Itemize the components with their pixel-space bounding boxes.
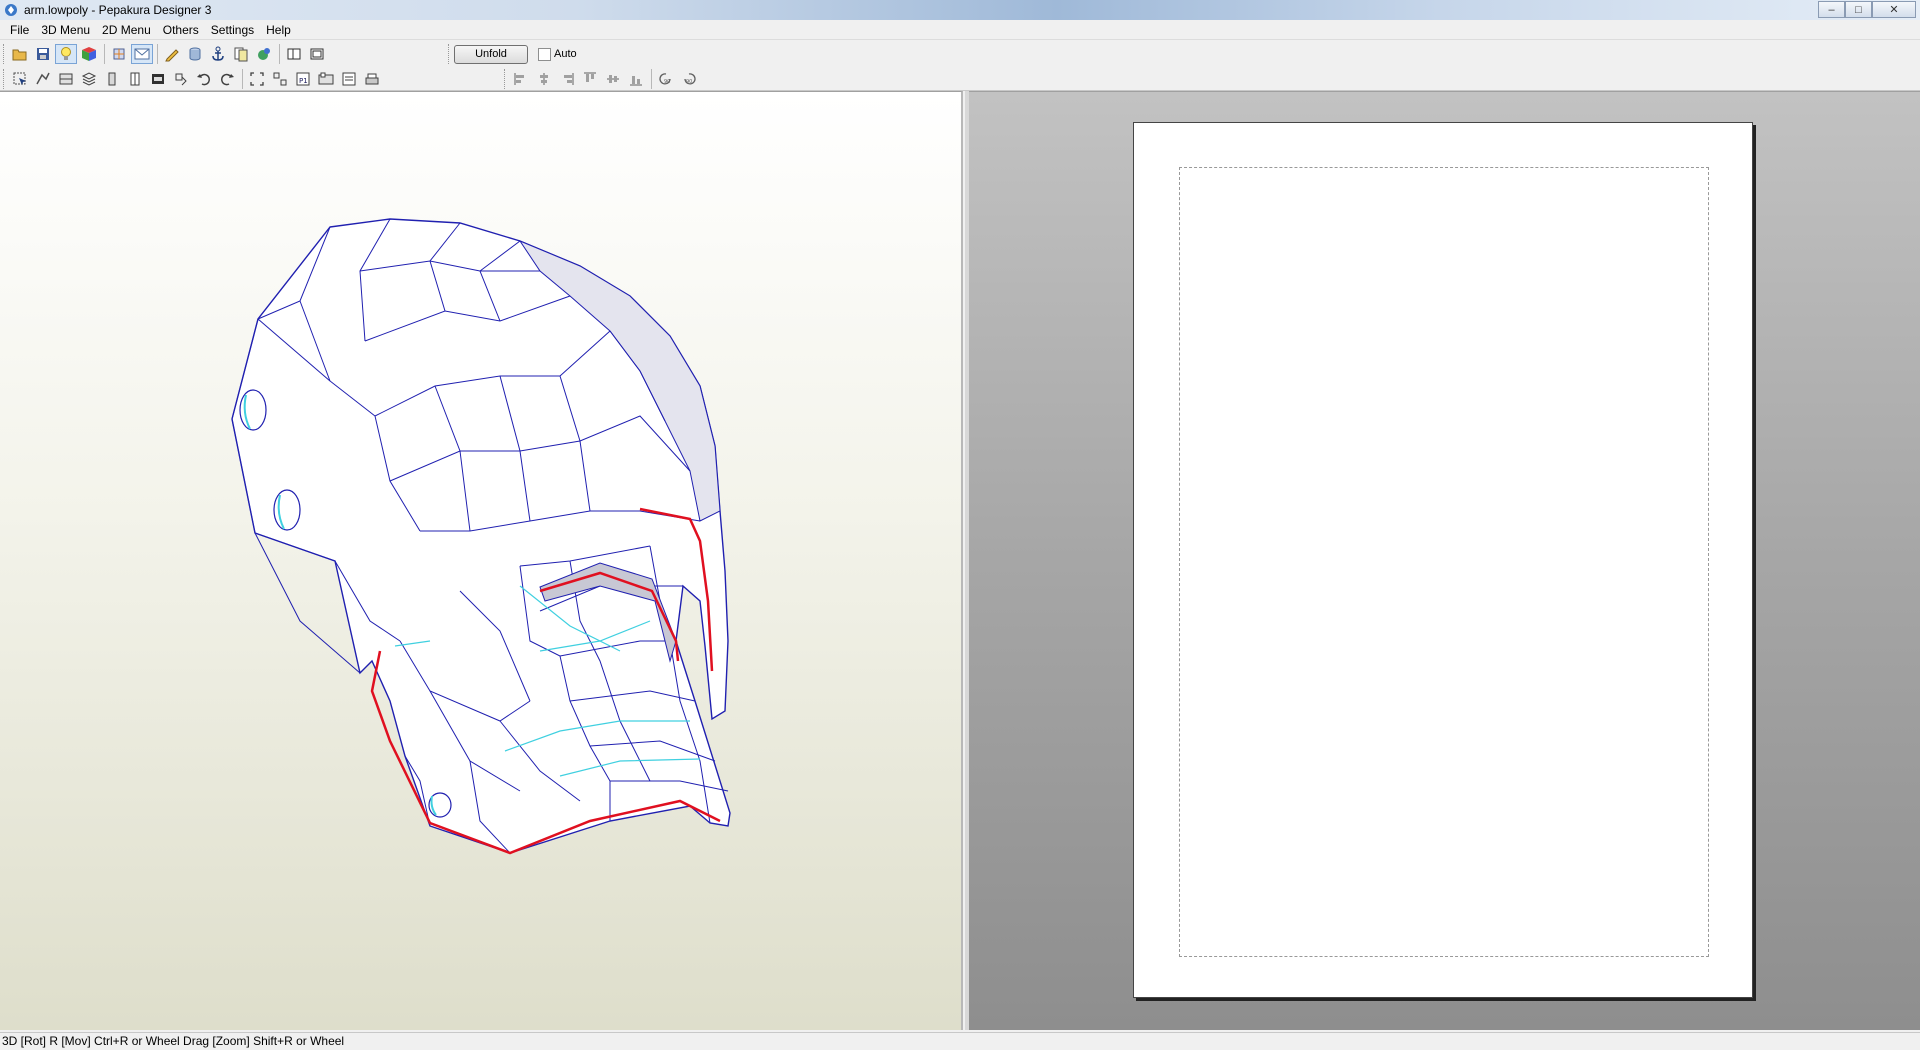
edit-toolbar: P1 90 90 — [0, 67, 1920, 91]
print-icon[interactable] — [361, 69, 383, 89]
svg-text:90: 90 — [686, 79, 692, 85]
3d-model[interactable] — [0, 92, 963, 1030]
menu-help[interactable]: Help — [260, 20, 297, 40]
single-pane-icon[interactable] — [283, 44, 305, 64]
window-title: arm.lowpoly - Pepakura Designer 3 — [24, 3, 212, 17]
align-middle-icon[interactable] — [602, 69, 624, 89]
print-area — [1179, 167, 1709, 957]
bulb-green-icon[interactable] — [253, 44, 275, 64]
open-icon[interactable] — [9, 44, 31, 64]
align-center-icon[interactable] — [533, 69, 555, 89]
page-layout-icon[interactable] — [315, 69, 337, 89]
minimize-icon[interactable]: – — [1818, 1, 1845, 18]
select-icon[interactable] — [9, 69, 31, 89]
menu-settings[interactable]: Settings — [205, 20, 260, 40]
helmet-outline — [231, 218, 731, 854]
lightbulb-icon[interactable] — [55, 44, 77, 64]
status-bar: 3D [Rot] R [Mov] Ctrl+R or Wheel Drag [Z… — [0, 1032, 1920, 1050]
menu-2d[interactable]: 2D Menu — [96, 20, 157, 40]
toolbar-grip[interactable] — [3, 44, 6, 64]
menu-bar: File 3D Menu 2D Menu Others Settings Hel… — [0, 20, 1920, 40]
svg-text:90: 90 — [664, 79, 670, 85]
toolbar-grip[interactable] — [504, 69, 507, 89]
photo-icon[interactable] — [147, 69, 169, 89]
column-icon[interactable] — [101, 69, 123, 89]
redo-icon[interactable] — [216, 69, 238, 89]
join-icon[interactable] — [32, 69, 54, 89]
toolbar-grip[interactable] — [3, 69, 6, 89]
auto-checkbox-label: Auto — [554, 48, 577, 60]
rotate-90-right-icon[interactable]: 90 — [678, 69, 700, 89]
print-preview-icon[interactable] — [338, 69, 360, 89]
toolbar-grip[interactable] — [448, 44, 451, 64]
close-icon[interactable]: ✕ — [1872, 1, 1916, 18]
color-cube-icon[interactable] — [78, 44, 100, 64]
flap-icon[interactable] — [55, 69, 77, 89]
menu-others[interactable]: Others — [157, 20, 205, 40]
unfold-button[interactable]: Unfold — [454, 44, 528, 64]
app-icon — [5, 4, 17, 16]
paper-sheet — [1133, 122, 1753, 998]
svg-text:P1: P1 — [299, 77, 308, 85]
layers-icon[interactable] — [78, 69, 100, 89]
auto-checkbox-box[interactable] — [538, 47, 551, 61]
align-bottom-icon[interactable] — [625, 69, 647, 89]
fit-all-icon[interactable] — [269, 69, 291, 89]
auto-checkbox[interactable]: Auto — [538, 47, 577, 61]
page-number-icon[interactable]: P1 — [292, 69, 314, 89]
menu-file[interactable]: File — [4, 20, 35, 40]
texture-icon[interactable] — [108, 44, 130, 64]
maximize-icon[interactable]: □ — [1845, 1, 1872, 18]
main-toolbar: Unfold Auto — [0, 42, 1920, 66]
undo-icon[interactable] — [193, 69, 215, 89]
split-pane-icon[interactable] — [306, 44, 328, 64]
envelope-icon[interactable] — [131, 44, 153, 64]
3d-view-pane[interactable] — [0, 91, 963, 1030]
rotate-part-icon[interactable] — [170, 69, 192, 89]
pencil-icon[interactable] — [161, 44, 183, 64]
pages-icon[interactable] — [230, 44, 252, 64]
rotate-90-left-icon[interactable]: 90 — [655, 69, 677, 89]
align-right-icon[interactable] — [556, 69, 578, 89]
anchor-icon[interactable] — [207, 44, 229, 64]
fit-icon[interactable] — [246, 69, 268, 89]
title-bar: arm.lowpoly - Pepakura Designer 3 – □ ✕ — [0, 0, 1920, 20]
align-left-icon[interactable] — [510, 69, 532, 89]
menu-3d[interactable]: 3D Menu — [35, 20, 96, 40]
align-top-icon[interactable] — [579, 69, 601, 89]
2d-view-pane[interactable] — [969, 91, 1920, 1030]
column2-icon[interactable] — [124, 69, 146, 89]
save-icon[interactable] — [32, 44, 54, 64]
cylinder-icon[interactable] — [184, 44, 206, 64]
